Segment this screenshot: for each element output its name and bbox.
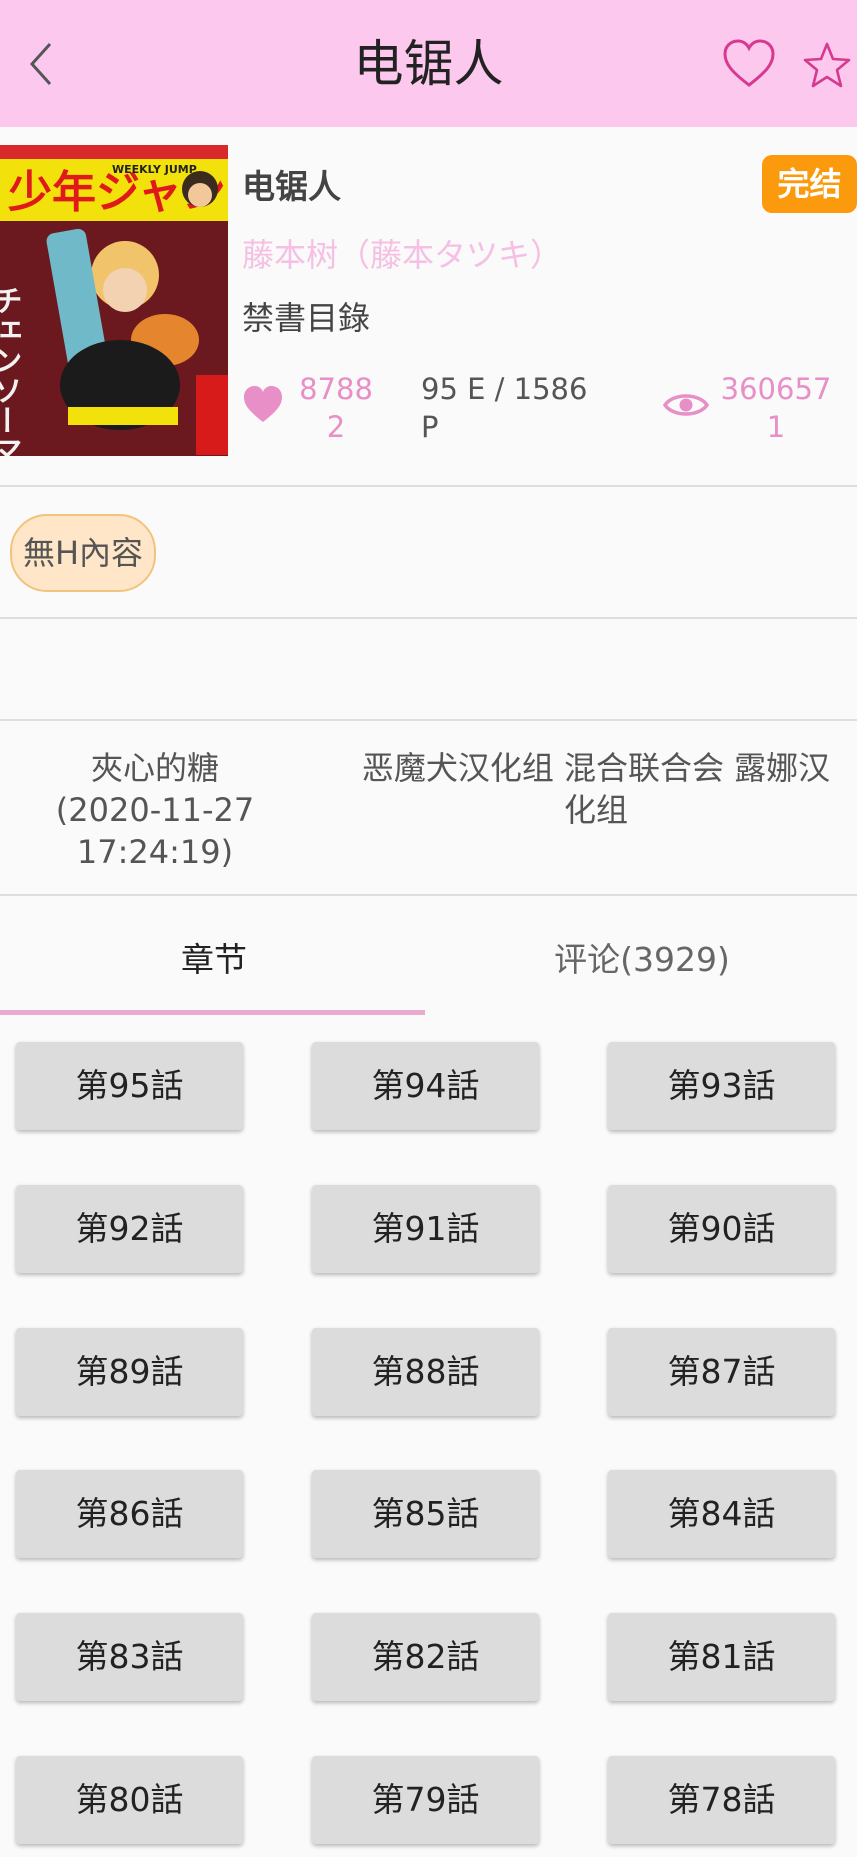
- top-bar: 电锯人: [0, 0, 857, 127]
- translation-groups: 恶魔犬汉化组 混合联合会 露娜汉化组: [361, 749, 831, 829]
- tab-indicator: [0, 1010, 425, 1015]
- view-count: 3606571: [720, 372, 832, 444]
- chapter-button[interactable]: 第93話: [608, 1042, 835, 1130]
- uploader-name: 夾心的糖: [90, 749, 219, 787]
- author-link[interactable]: 藤本树（藤本タツキ）: [242, 230, 562, 276]
- chapter-button[interactable]: 第81話: [608, 1613, 835, 1701]
- divider: [0, 617, 857, 619]
- chapter-button[interactable]: 第88話: [312, 1328, 539, 1416]
- divider: [0, 719, 857, 721]
- favorite-button[interactable]: [722, 38, 776, 90]
- uploader-info[interactable]: 夾心的糖 (2020-11-27 17:24:19): [40, 747, 270, 873]
- chapter-button[interactable]: 第82話: [312, 1613, 539, 1701]
- chapter-button[interactable]: 第92話: [16, 1185, 243, 1273]
- eye-icon: [663, 394, 709, 416]
- tab-comments[interactable]: 评论(3929): [428, 930, 856, 990]
- cover-subtitle: WEEKLY JUMP: [112, 163, 197, 176]
- chapter-button[interactable]: 第89話: [16, 1328, 243, 1416]
- status-badge: 完结: [762, 155, 857, 213]
- cover-side-title: チェンソーマン: [0, 285, 22, 456]
- chapter-button[interactable]: 第80話: [16, 1756, 243, 1844]
- chapter-button[interactable]: 第90話: [608, 1185, 835, 1273]
- upload-date: (2020-11-27 17:24:19): [55, 791, 255, 871]
- heart-icon: [244, 386, 282, 422]
- comic-title: 电锯人: [242, 167, 341, 206]
- chapter-button[interactable]: 第86話: [16, 1470, 243, 1558]
- chapter-button[interactable]: 第87話: [608, 1328, 835, 1416]
- chapter-button[interactable]: 第79話: [312, 1756, 539, 1844]
- like-count: 87882: [299, 372, 373, 444]
- chapter-button[interactable]: 第91話: [312, 1185, 539, 1273]
- chapter-button[interactable]: 第85話: [312, 1470, 539, 1558]
- chapter-button[interactable]: 第95話: [16, 1042, 243, 1130]
- heart-outline-icon: [723, 39, 775, 87]
- divider: [0, 485, 857, 487]
- back-button[interactable]: [22, 36, 62, 92]
- chevron-left-icon: [29, 42, 52, 86]
- chapter-button[interactable]: 第83話: [16, 1613, 243, 1701]
- star-outline-icon: [803, 42, 851, 88]
- chapter-button[interactable]: 第84話: [608, 1470, 835, 1558]
- episode-count: 95 E / 1586 P: [421, 372, 588, 444]
- chapter-button[interactable]: 第78話: [608, 1756, 835, 1844]
- publisher-label: 禁書目錄: [242, 299, 371, 337]
- chapter-button[interactable]: 第94話: [312, 1042, 539, 1130]
- star-button[interactable]: [803, 41, 851, 89]
- tab-chapters[interactable]: 章节: [0, 930, 428, 990]
- tag-chip[interactable]: 無H內容: [10, 514, 156, 592]
- divider: [0, 894, 857, 896]
